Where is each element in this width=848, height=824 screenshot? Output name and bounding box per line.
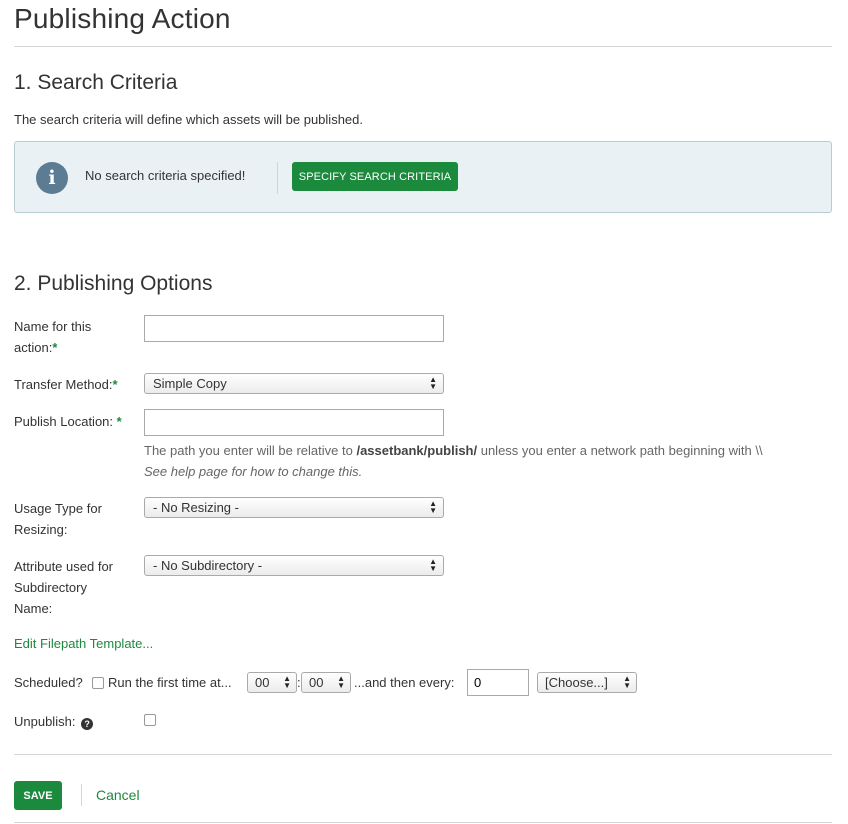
usage-type-label-line1: Usage Type for	[14, 501, 102, 516]
attribute-label-line2: Subdirectory	[14, 580, 87, 595]
hint-path: /assetbank/publish/	[356, 443, 478, 458]
search-criteria-intro: The search criteria will define which as…	[14, 112, 363, 127]
repeat-every-input[interactable]	[467, 669, 529, 696]
publish-location-label: Publish Location: *	[14, 411, 122, 432]
hour-select[interactable]: 00 ▲ ▼	[247, 672, 297, 693]
attribute-label-line1: Attribute used for	[14, 559, 113, 574]
action-name-input[interactable]	[144, 315, 444, 342]
usage-type-label: Usage Type for Resizing:	[14, 498, 102, 540]
unpublish-label: Unpublish: ?	[14, 714, 94, 730]
transfer-method-label-text: Transfer Method:	[14, 377, 113, 392]
publishing-options-heading: 2. Publishing Options	[14, 272, 213, 295]
subdirectory-attribute-value: - No Subdirectory -	[153, 558, 263, 573]
publish-location-input[interactable]	[144, 409, 444, 436]
select-arrows-icon: ▲ ▼	[429, 557, 437, 573]
attribute-label-line3: Name:	[14, 601, 53, 616]
select-arrows-icon: ▲ ▼	[429, 499, 437, 515]
required-marker: *	[52, 340, 58, 355]
name-label-line1: Name for this	[14, 319, 92, 334]
minute-value: 00	[309, 675, 324, 690]
hour-value: 00	[255, 675, 270, 690]
publish-location-help-hint: See help page for how to change this.	[144, 464, 362, 479]
footer-divider	[14, 754, 832, 755]
specify-search-criteria-button[interactable]: Specify search criteria	[292, 162, 458, 191]
unpublish-checkbox[interactable]	[144, 714, 156, 726]
question-circle-icon[interactable]: ?	[81, 718, 94, 730]
scheduled-checkbox[interactable]	[92, 677, 104, 689]
title-divider	[14, 46, 832, 47]
usage-type-value: - No Resizing -	[153, 500, 239, 515]
select-arrows-icon: ▲ ▼	[623, 674, 631, 690]
hint-prefix: The path you enter will be relative to	[144, 443, 357, 458]
search-criteria-heading: 1. Search Criteria	[14, 71, 178, 94]
transfer-method-label: Transfer Method:*	[14, 374, 118, 395]
alert-message: No search criteria specified!	[85, 168, 246, 183]
unpublish-label-text: Unpublish:	[14, 714, 76, 729]
select-arrows-icon: ▲ ▼	[283, 674, 291, 690]
footer-button-separator	[81, 784, 82, 806]
publish-location-label-text: Publish Location:	[14, 414, 117, 429]
info-icon: i	[36, 162, 68, 194]
alert-divider	[277, 162, 278, 194]
transfer-method-value: Simple Copy	[153, 376, 227, 391]
run-first-time-text: Run the first time at...	[108, 675, 232, 690]
transfer-method-select[interactable]: Simple Copy ▲ ▼	[144, 373, 444, 394]
name-label-line2: action:	[14, 340, 53, 355]
select-arrows-icon: ▲ ▼	[337, 674, 345, 690]
select-arrows-icon: ▲ ▼	[429, 375, 437, 391]
cancel-link[interactable]: Cancel	[96, 787, 140, 803]
scheduled-label: Scheduled?	[14, 675, 83, 690]
then-every-text: ...and then every:	[354, 675, 455, 690]
hint-suffix: unless you enter a network path beginnin…	[477, 443, 763, 458]
repeat-unit-value: [Choose...]	[545, 675, 608, 690]
page-title: Publishing Action	[14, 3, 231, 34]
publish-location-hint: The path you enter will be relative to /…	[144, 443, 763, 458]
required-marker: *	[116, 414, 122, 429]
hint-help-text: See help page for how to change this.	[144, 464, 363, 479]
repeat-unit-select[interactable]: [Choose...] ▲ ▼	[537, 672, 637, 693]
name-label: Name for this action:*	[14, 316, 91, 358]
attribute-label: Attribute used for Subdirectory Name:	[14, 556, 113, 619]
usage-type-select[interactable]: - No Resizing - ▲ ▼	[144, 497, 444, 518]
save-button[interactable]: Save	[14, 781, 62, 810]
search-criteria-alert: i No search criteria specified! Specify …	[14, 141, 832, 213]
usage-type-label-line2: Resizing:	[14, 522, 68, 537]
edit-filepath-template-link[interactable]: Edit Filepath Template...	[14, 636, 153, 651]
bottom-divider	[14, 822, 832, 823]
subdirectory-attribute-select[interactable]: - No Subdirectory - ▲ ▼	[144, 555, 444, 576]
required-marker: *	[112, 377, 118, 392]
minute-select[interactable]: 00 ▲ ▼	[301, 672, 351, 693]
